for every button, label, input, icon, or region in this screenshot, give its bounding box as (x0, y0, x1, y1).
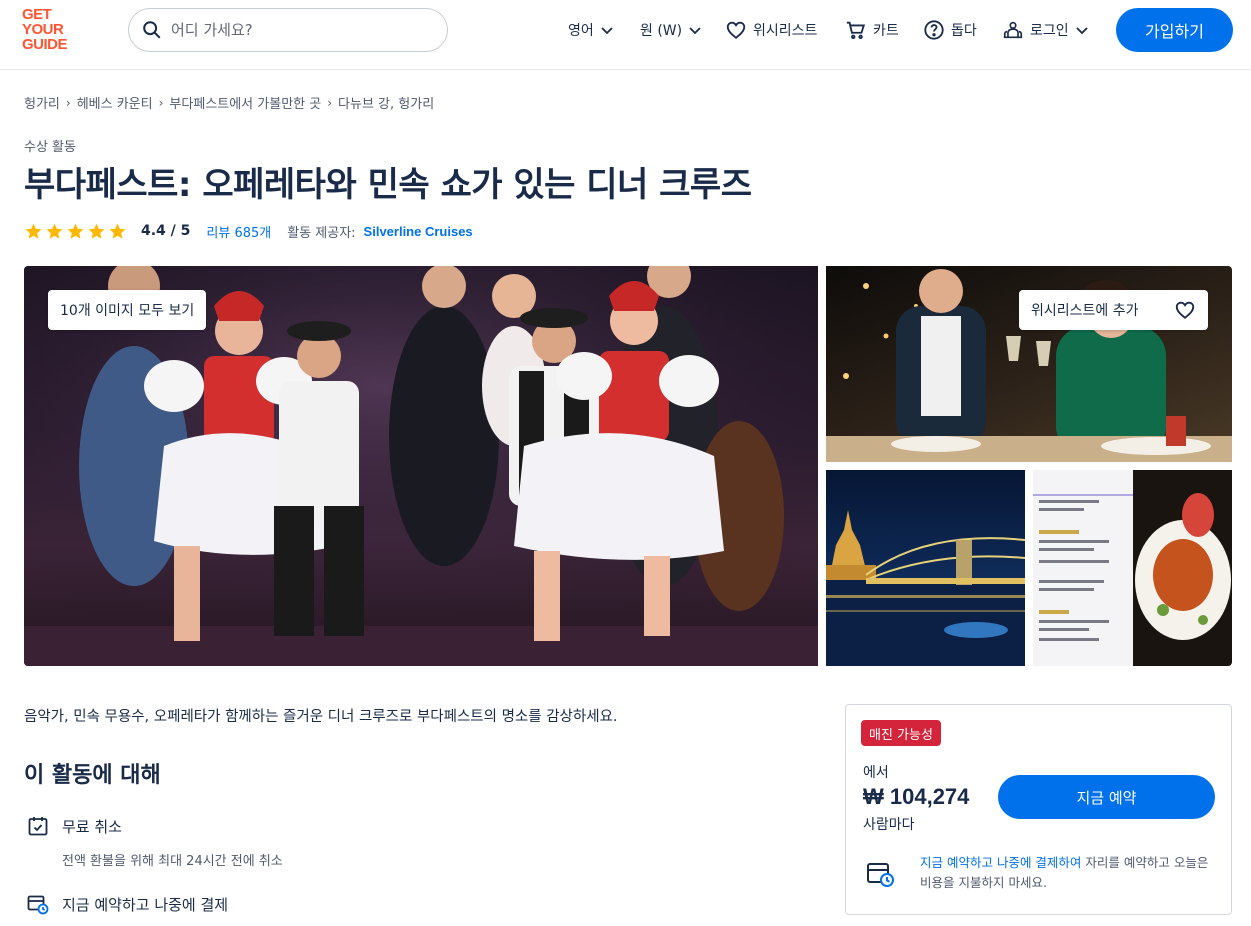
activity-summary: 음악가, 민속 무용수, 오페레타가 함께하는 즐거운 디너 크루즈로 부다페스… (24, 709, 618, 725)
language-label: 영어 (568, 23, 594, 39)
reserve-pay-later-title: 지금 예약하고 나중에 결제 (62, 895, 229, 914)
star-icon (46, 223, 63, 239)
wishlist-link[interactable]: 위시리스트 (725, 16, 817, 44)
breadcrumb-item-danube[interactable]: 다뉴브 강, 헝가리 (338, 93, 434, 112)
photo-menu-and-dish[interactable] (1033, 470, 1232, 666)
price-per-person-label: 사람마다 (863, 817, 915, 833)
reserve-now-pay-later-link[interactable]: 지금 예약하고 나중에 결제하여 (920, 855, 1081, 870)
rating-row: 4.4 / 5 리뷰 685개 활동 제공자: Silverline Cruis… (24, 220, 473, 242)
getyourguide-logo[interactable]: GET YOUR GUIDE (22, 7, 82, 55)
menu-dish-illustration (1033, 470, 1232, 666)
heart-icon (1175, 301, 1195, 319)
rating-value: 4.4 / 5 (141, 223, 191, 239)
search-box[interactable] (128, 8, 448, 52)
photo-chain-bridge-night[interactable] (826, 470, 1025, 666)
provider-link[interactable]: Silverline Cruises (364, 224, 473, 239)
chevron-down-icon (1076, 27, 1088, 35)
provider-label: 활동 제공자: (287, 225, 356, 241)
calendar-clock-icon (27, 895, 49, 915)
page-title: 부다페스트: 오페레타와 민속 쇼가 있는 디너 크루즈 (24, 165, 752, 205)
booking-panel: 매진 가능성 에서 ₩ 104,274 사람마다 지금 예약 지금 예약하고 나… (845, 704, 1232, 915)
book-now-button[interactable]: 지금 예약 (998, 775, 1215, 819)
reserve-pay-later-item: 지금 예약하고 나중에 결제 (26, 892, 228, 916)
user-group-icon (1003, 21, 1023, 39)
star-icon (25, 223, 42, 239)
help-label: 돕다 (951, 23, 977, 39)
breadcrumb-item-hungary[interactable]: 헝가리 (24, 93, 60, 112)
login-menu[interactable]: 로그인 (1002, 16, 1089, 44)
free-cancellation-title: 무료 취소 (62, 817, 122, 836)
calendar-check-icon (28, 817, 48, 836)
bridge-illustration (826, 510, 1025, 666)
free-cancellation-item: 무료 취소 (26, 814, 122, 838)
wishlist-label: 위시리스트 (753, 23, 818, 39)
logo-line-1: GET (22, 6, 52, 23)
top-header: GET YOUR GUIDE 영어 원 (W) 위시리스트 카트 돕다 로그인 … (0, 0, 1251, 70)
reserve-now-pay-later-text: 지금 예약하고 나중에 결제하여 자리를 예약하고 오늘은 비용을 지불하지 마… (920, 853, 1216, 893)
currency-label: 원 (W) (640, 23, 683, 39)
breadcrumb-separator-icon: › (327, 95, 333, 110)
logo-line-3: GUIDE (22, 36, 68, 53)
search-input[interactable] (171, 21, 421, 39)
signup-button[interactable]: 가입하기 (1116, 8, 1233, 52)
heart-icon (726, 21, 746, 39)
calendar-clock-icon (867, 863, 894, 887)
star-icon (67, 223, 84, 239)
star-icon (88, 223, 105, 239)
free-cancellation-description: 전액 환불을 위해 최대 24시간 전에 취소 (62, 854, 283, 869)
cart-label: 카트 (873, 23, 899, 39)
about-section-title: 이 활동에 대해 (24, 763, 161, 788)
chevron-down-icon (601, 27, 613, 35)
activity-category: 수상 활동 (24, 140, 76, 155)
breadcrumb-separator-icon: › (158, 95, 164, 110)
search-icon (143, 21, 161, 39)
star-icon (109, 223, 126, 239)
logo-line-2: YOUR (22, 21, 64, 38)
breadcrumb-separator-icon: › (65, 95, 71, 110)
view-all-images-button[interactable]: 10개 이미지 모두 보기 (48, 290, 207, 330)
cart-icon (846, 21, 866, 40)
reviews-link[interactable]: 리뷰 685개 (206, 222, 271, 241)
reserve-now-pay-later-info: 지금 예약하고 나중에 결제하여 자리를 예약하고 오늘은 비용을 지불하지 마… (866, 853, 1216, 893)
price-from-label: 에서 (863, 765, 889, 781)
price-value: ₩ 104,274 (863, 784, 970, 809)
help-icon (924, 20, 944, 40)
help-link[interactable]: 돕다 (923, 16, 977, 44)
cart-link[interactable]: 카트 (845, 16, 899, 44)
language-selector[interactable]: 영어 (568, 16, 614, 44)
login-label: 로그인 (1030, 23, 1069, 39)
add-to-wishlist-button[interactable]: 위시리스트에 추가 (1019, 290, 1208, 330)
star-rating (24, 222, 127, 241)
breadcrumb-item-heves[interactable]: 헤베스 카운티 (77, 93, 153, 112)
currency-selector[interactable]: 원 (W) (640, 16, 702, 44)
breadcrumb-item-budapest[interactable]: 부다페스트에서 가볼만한 곳 (169, 93, 321, 112)
add-to-wishlist-label: 위시리스트에 추가 (1031, 303, 1139, 319)
likely-to-sell-out-badge: 매진 가능성 (861, 720, 941, 746)
chevron-down-icon (689, 27, 701, 35)
breadcrumb: 헝가리 › 헤베스 카운티 › 부다페스트에서 가볼만한 곳 › 다뉴브 강, … (24, 93, 434, 113)
